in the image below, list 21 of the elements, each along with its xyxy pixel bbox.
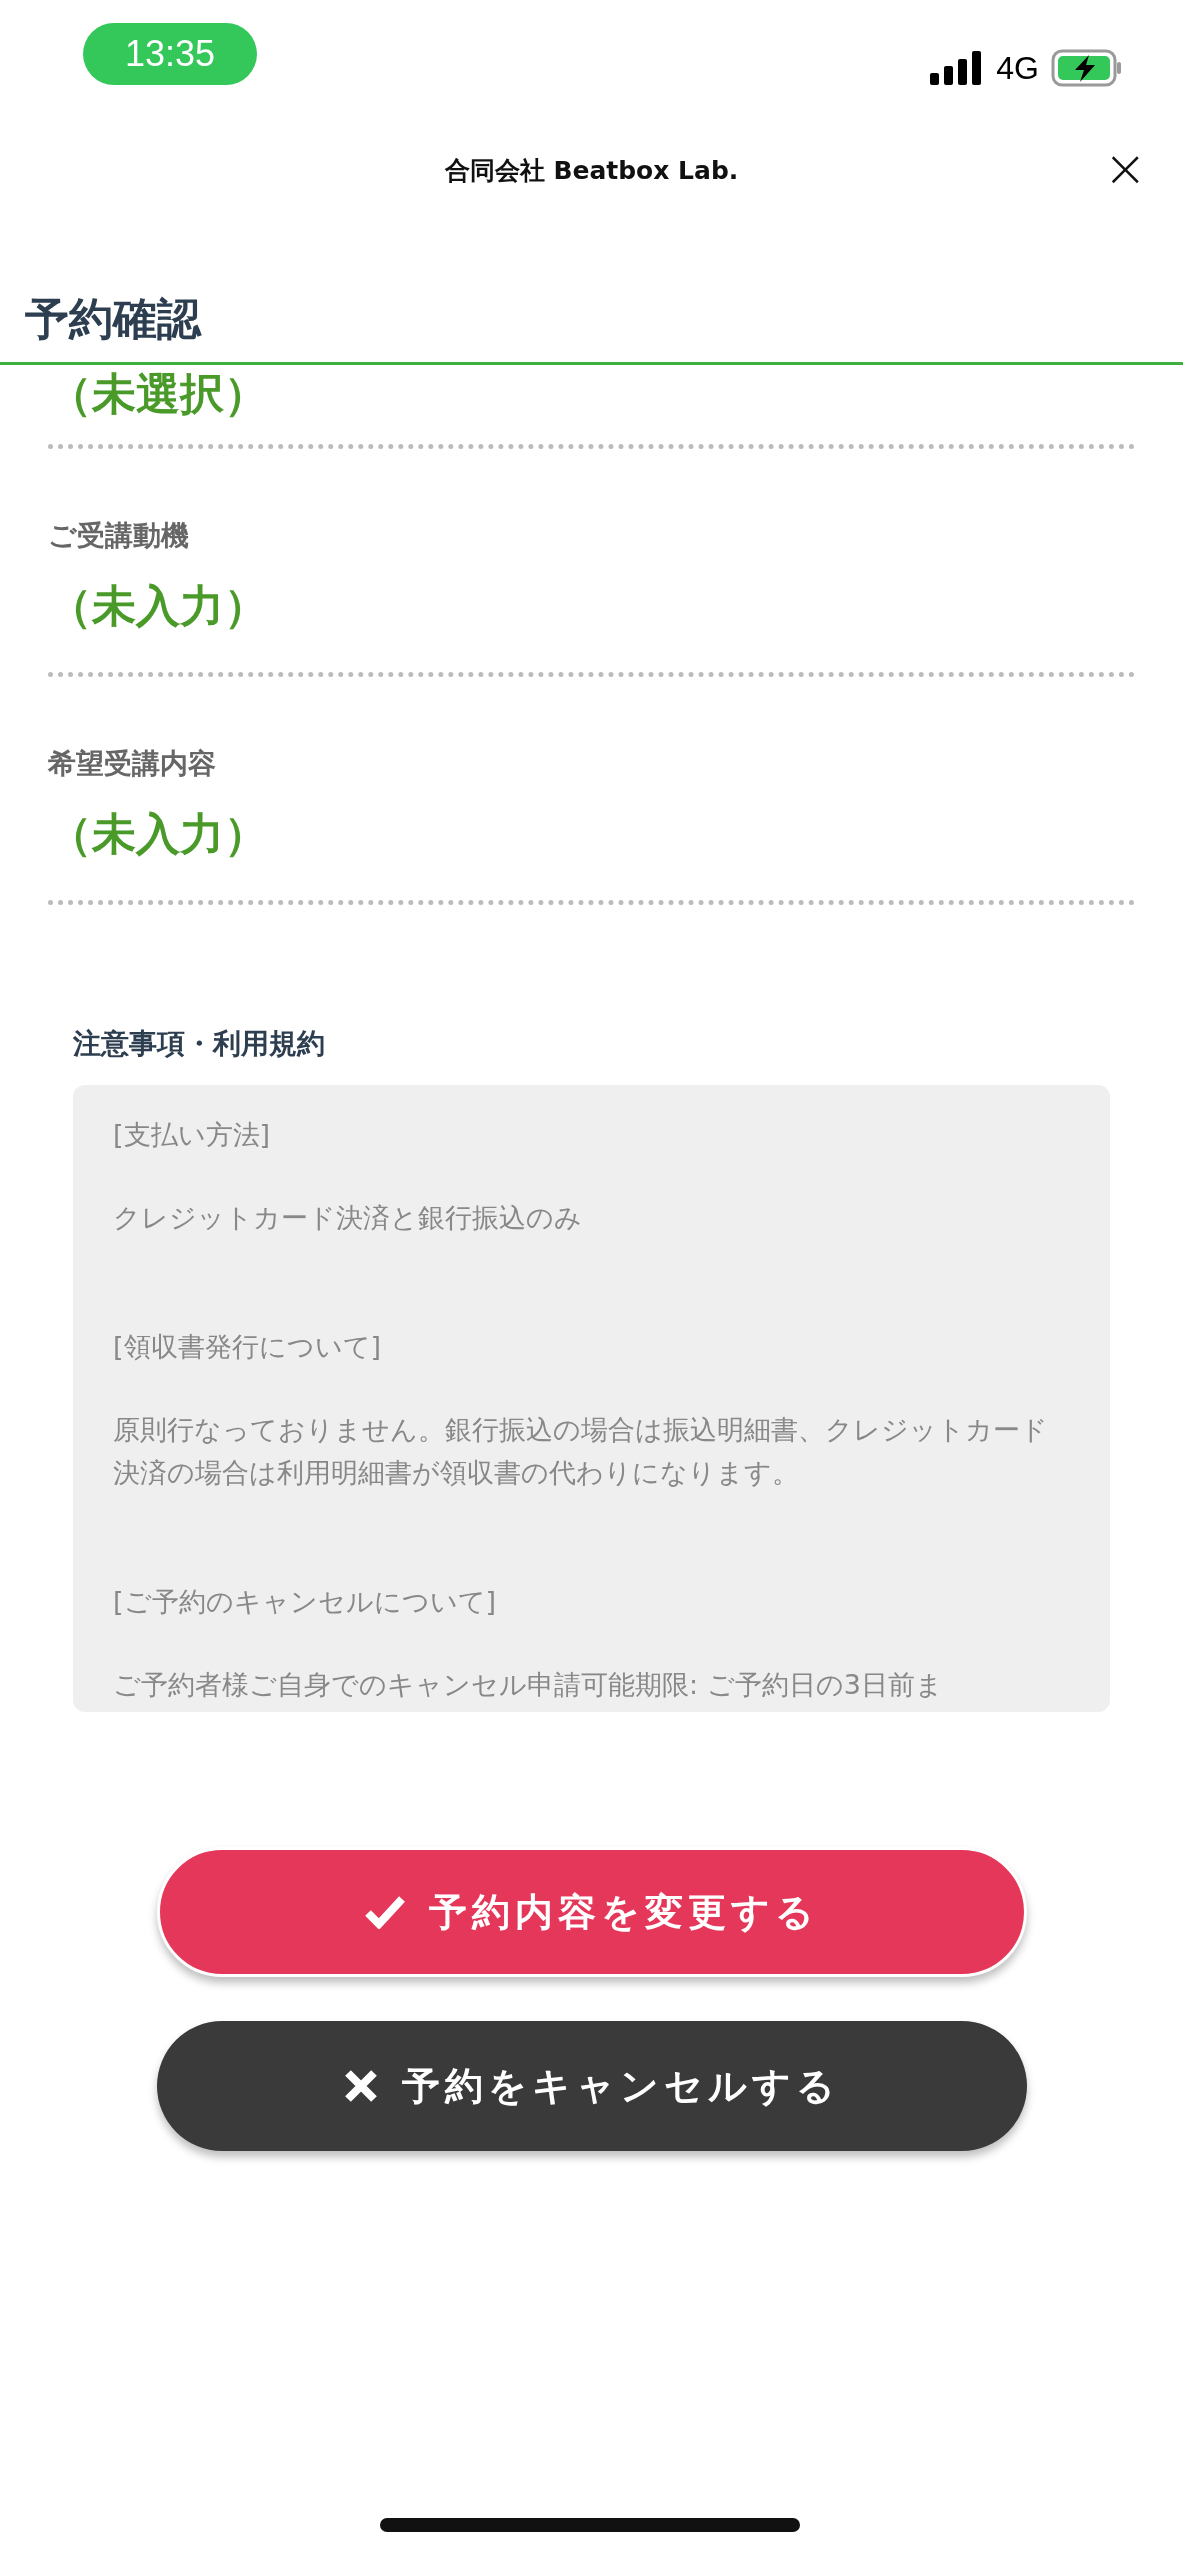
field-label: 希望受講内容: [48, 746, 217, 782]
field-label: ご受講動機: [48, 518, 190, 554]
page-title: 予約確認: [0, 210, 1183, 365]
terms-text: [領収書発行について]: [113, 1330, 383, 1364]
battery-icon: [1051, 49, 1123, 87]
check-icon: [364, 1895, 405, 1929]
header-title: 合同会社 Beatbox Lab.: [444, 154, 739, 187]
terms-text: クレジットカード決済と銀行振込のみ: [113, 1201, 583, 1235]
cancel-button[interactable]: 予約をキャンセルする: [156, 2021, 1027, 2151]
field-value: （未選択）: [48, 367, 269, 421]
close-button[interactable]: ×: [1095, 138, 1155, 198]
close-icon: [343, 2069, 378, 2103]
terms-text: ご予約者様ご自身でのキャンセル申請可能期限: ご予約日の3日前ま: [113, 1668, 944, 1702]
terms-text: [ご予約のキャンセルについて]: [113, 1585, 498, 1619]
network-label: 4G: [996, 49, 1039, 87]
field-value: （未入力）: [48, 579, 269, 633]
terms-text: [支払い方法]: [113, 1118, 272, 1152]
terms-text: 原則行なっておりません。銀行振込の場合は振込明細書、クレジットカード決済の場合は利用明細書が領収書の代わりになります。: [113, 1413, 1049, 1490]
status-time: 13:35: [83, 23, 257, 85]
field-value: （未入力）: [48, 807, 269, 861]
section-title: 注意事項・利用規約: [73, 1026, 326, 1062]
